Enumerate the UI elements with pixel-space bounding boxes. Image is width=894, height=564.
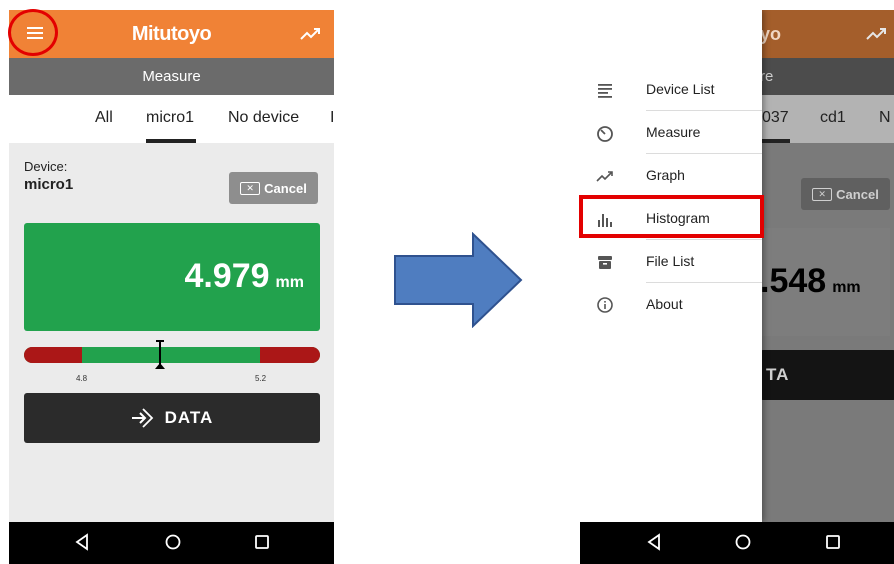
drawer-item-graph[interactable]: Graph — [580, 154, 762, 197]
home-icon[interactable] — [734, 533, 752, 551]
drawer-label-graph: Graph — [646, 167, 685, 183]
trend-icon[interactable] — [300, 25, 322, 43]
device-name: micro1 — [24, 176, 74, 193]
transition-arrow-icon — [394, 232, 523, 328]
recents-icon[interactable] — [254, 533, 270, 551]
navigation-drawer: Device List Measure Graph Histogram File… — [580, 10, 762, 522]
tolerance-high-label: 5.2 — [255, 374, 267, 383]
tab-all[interactable]: All — [95, 109, 113, 127]
tolerance-high-zone — [260, 347, 320, 363]
info-icon — [597, 297, 613, 313]
dimmed-tab-2: cd1 — [820, 109, 846, 126]
drawer-label-device-list: Device List — [646, 81, 715, 97]
data-button[interactable]: DATA — [24, 393, 320, 443]
measurement-value: 4.979 — [184, 257, 270, 295]
page-title: Measure — [9, 58, 334, 95]
tab-micro1[interactable]: micro1 — [146, 109, 194, 127]
drawer-label-about: About — [646, 296, 683, 312]
back-icon[interactable] — [75, 533, 89, 551]
tolerance-low-zone — [24, 347, 82, 363]
gauge-icon — [597, 126, 613, 142]
dimmed-tab-3: N — [879, 109, 891, 126]
phone-screen-before: Mitutoyo Measure All micro1 No device I … — [9, 10, 334, 564]
dimmed-tab-indicator — [762, 139, 790, 143]
device-label: Device: — [24, 159, 68, 174]
dimmed-subtitle: re — [760, 68, 774, 85]
device-tabs: All micro1 No device I — [9, 95, 334, 143]
phone-screen-after: yo re 037 cd1 N ✕ Cancel .548 mm TA Devi… — [580, 10, 894, 564]
system-nav-bar — [9, 522, 334, 564]
dimmed-measurement-value: .548 — [760, 262, 827, 300]
dimmed-brand: yo — [760, 24, 782, 44]
drawer-item-measure[interactable]: Measure — [580, 111, 762, 154]
cancel-label: Cancel — [264, 180, 307, 196]
data-button-label: DATA — [164, 408, 214, 427]
tab-no-device[interactable]: No device — [228, 109, 299, 127]
tolerance-bar — [24, 347, 320, 363]
system-nav-bar-right — [580, 522, 894, 564]
drawer-label-file-list: File List — [646, 253, 695, 269]
dimmed-backspace-icon: ✕ — [812, 187, 833, 201]
drawer-label-measure: Measure — [646, 124, 701, 140]
dimmed-measurement-unit: mm — [832, 279, 861, 296]
cancel-button[interactable]: ✕ Cancel — [229, 172, 318, 204]
dimmed-cancel-button: ✕ Cancel — [801, 178, 890, 210]
drawer-item-about[interactable]: About — [580, 283, 762, 326]
recents-icon[interactable] — [825, 533, 841, 551]
measurement-display: 4.979 mm — [24, 223, 320, 331]
measurement-readout: 4.979 mm — [184, 257, 304, 296]
list-icon — [598, 84, 612, 98]
value-marker-icon — [155, 340, 165, 369]
tab-indicator — [146, 139, 196, 143]
home-icon[interactable] — [164, 533, 182, 551]
backspace-icon: ✕ — [240, 181, 261, 195]
back-icon[interactable] — [647, 533, 661, 551]
dimmed-measurement-readout: .548 mm — [760, 262, 861, 301]
trend-icon — [596, 171, 613, 182]
tolerance-low-label: 4.8 — [76, 374, 88, 383]
dimmed-cancel-label: Cancel — [836, 186, 879, 202]
send-data-icon — [131, 408, 153, 428]
histogram-highlight-box — [579, 195, 764, 238]
dimmed-tab-1: 037 — [762, 109, 789, 126]
archive-icon — [598, 256, 612, 269]
measurement-unit: mm — [275, 274, 304, 291]
dimmed-trend-icon — [866, 28, 886, 40]
drawer-item-device-list[interactable]: Device List — [580, 68, 762, 111]
drawer-item-file-list[interactable]: File List — [580, 240, 762, 283]
menu-highlight-circle — [8, 9, 58, 56]
dimmed-data-button: TA — [760, 350, 894, 400]
tab-more[interactable]: I — [330, 109, 334, 127]
dimmed-measurement-display: .548 mm — [760, 228, 890, 336]
